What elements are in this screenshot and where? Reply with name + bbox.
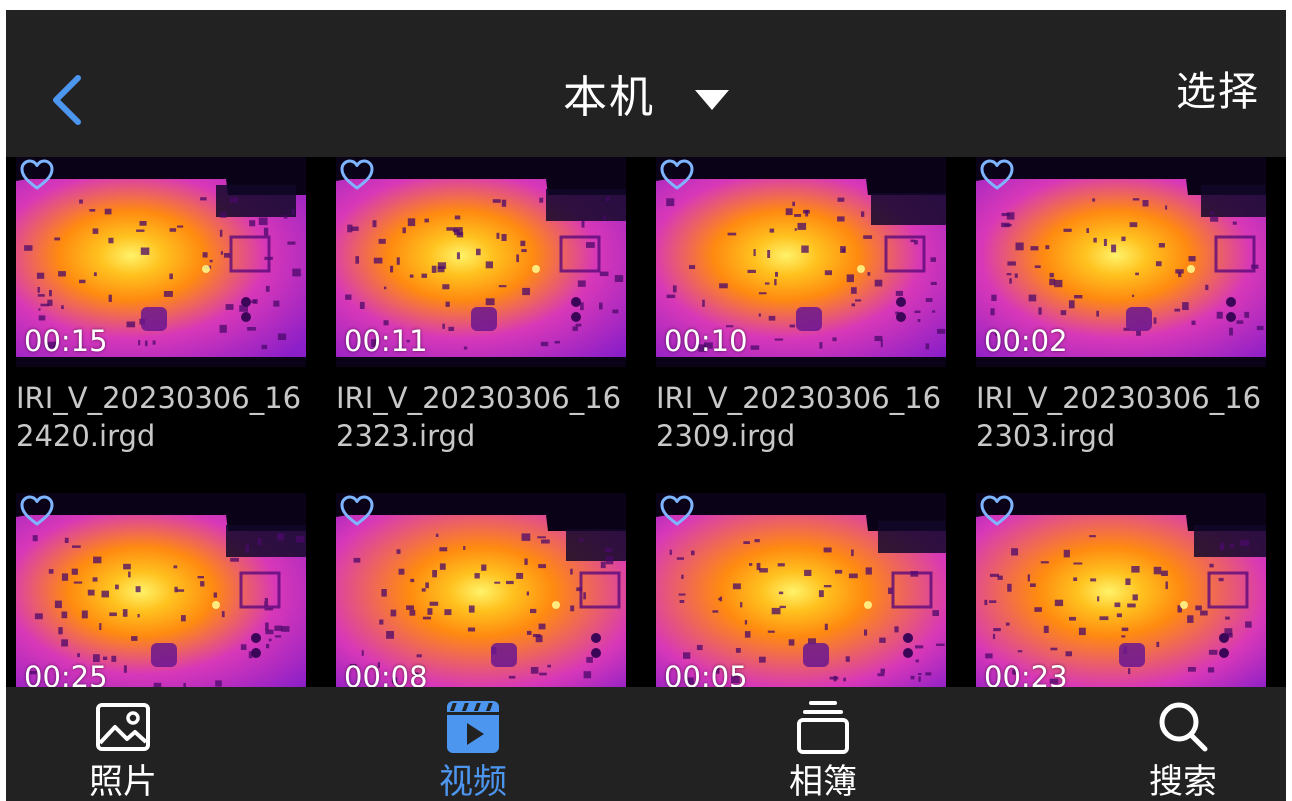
video-filename: IRI_V_20230306_162303.irgd bbox=[976, 381, 1262, 453]
video-thumbnail[interactable]: 00:25 bbox=[16, 493, 306, 687]
favorite-heart-icon[interactable] bbox=[660, 495, 694, 527]
video-duration: 00:02 bbox=[984, 324, 1068, 358]
nav-tab-search[interactable]: 搜索 bbox=[1128, 687, 1238, 801]
video-thumbnail[interactable]: 00:23 bbox=[976, 493, 1266, 687]
favorite-heart-icon[interactable] bbox=[980, 159, 1014, 191]
video-icon bbox=[447, 701, 499, 753]
back-button[interactable] bbox=[42, 72, 94, 128]
nav-label-search: 搜索 bbox=[1149, 762, 1217, 801]
video-item[interactable]: 00:05 bbox=[646, 493, 946, 687]
nav-label-videos: 视频 bbox=[439, 762, 507, 801]
page-title: 本机 bbox=[563, 72, 655, 123]
video-duration: 00:10 bbox=[664, 324, 748, 358]
video-duration: 00:25 bbox=[24, 660, 108, 688]
thermal-preview-image bbox=[976, 493, 1266, 687]
search-icon bbox=[1159, 702, 1208, 752]
bottom-nav: 照片 视频 相簿 搜索 bbox=[6, 687, 1286, 801]
chevron-left-icon bbox=[53, 75, 81, 125]
video-duration: 00:08 bbox=[344, 660, 428, 688]
video-thumbnail[interactable]: 00:02 bbox=[976, 157, 1266, 367]
select-button[interactable]: 选择 bbox=[1176, 72, 1260, 112]
video-thumbnail[interactable]: 00:08 bbox=[336, 493, 626, 687]
video-thumbnail[interactable]: 00:15 bbox=[16, 157, 306, 367]
video-thumbnail[interactable]: 00:11 bbox=[336, 157, 626, 367]
gallery-screen: 本机 选择 00:15 IRI_V_20230306_162420.irgd 0… bbox=[6, 10, 1286, 801]
favorite-heart-icon[interactable] bbox=[20, 495, 54, 527]
nav-label-albums: 相簿 bbox=[789, 762, 857, 801]
favorite-heart-icon[interactable] bbox=[340, 159, 374, 191]
video-filename: IRI_V_20230306_162323.irgd bbox=[336, 381, 622, 453]
video-thumbnail[interactable]: 00:10 bbox=[656, 157, 946, 367]
favorite-heart-icon[interactable] bbox=[340, 495, 374, 527]
albums-icon bbox=[797, 701, 849, 754]
favorite-heart-icon[interactable] bbox=[20, 159, 54, 191]
video-item[interactable]: 00:15 IRI_V_20230306_162420.irgd bbox=[6, 157, 306, 457]
thermal-preview-image bbox=[336, 493, 626, 687]
video-item[interactable]: 00:08 bbox=[326, 493, 626, 687]
video-filename: IRI_V_20230306_162420.irgd bbox=[16, 381, 302, 453]
nav-tab-albums[interactable]: 相簿 bbox=[768, 687, 878, 801]
video-item[interactable]: 00:11 IRI_V_20230306_162323.irgd bbox=[326, 157, 626, 457]
top-bar: 本机 选择 bbox=[6, 10, 1286, 157]
video-duration: 00:23 bbox=[984, 660, 1068, 688]
video-duration: 00:15 bbox=[24, 324, 108, 358]
caret-down-icon bbox=[695, 90, 729, 110]
video-item[interactable]: 00:10 IRI_V_20230306_162309.irgd bbox=[646, 157, 946, 457]
nav-label-photos: 照片 bbox=[89, 762, 157, 801]
video-duration: 00:05 bbox=[664, 660, 748, 688]
image-icon bbox=[96, 703, 150, 751]
thermal-preview-image bbox=[16, 493, 306, 687]
video-thumbnail[interactable]: 00:05 bbox=[656, 493, 946, 687]
video-item[interactable]: 00:25 bbox=[6, 493, 306, 687]
video-duration: 00:11 bbox=[344, 324, 428, 358]
video-filename: IRI_V_20230306_162309.irgd bbox=[656, 381, 942, 453]
nav-tab-videos[interactable]: 视频 bbox=[418, 687, 528, 801]
favorite-heart-icon[interactable] bbox=[660, 159, 694, 191]
video-grid: 00:15 IRI_V_20230306_162420.irgd 00:11 I… bbox=[6, 157, 1286, 687]
video-item[interactable]: 00:23 bbox=[966, 493, 1266, 687]
video-item[interactable]: 00:02 IRI_V_20230306_162303.irgd bbox=[966, 157, 1266, 457]
location-dropdown[interactable]: 本机 bbox=[563, 76, 729, 120]
thermal-preview-image bbox=[656, 493, 946, 687]
favorite-heart-icon[interactable] bbox=[980, 495, 1014, 527]
nav-tab-photos[interactable]: 照片 bbox=[68, 687, 178, 801]
